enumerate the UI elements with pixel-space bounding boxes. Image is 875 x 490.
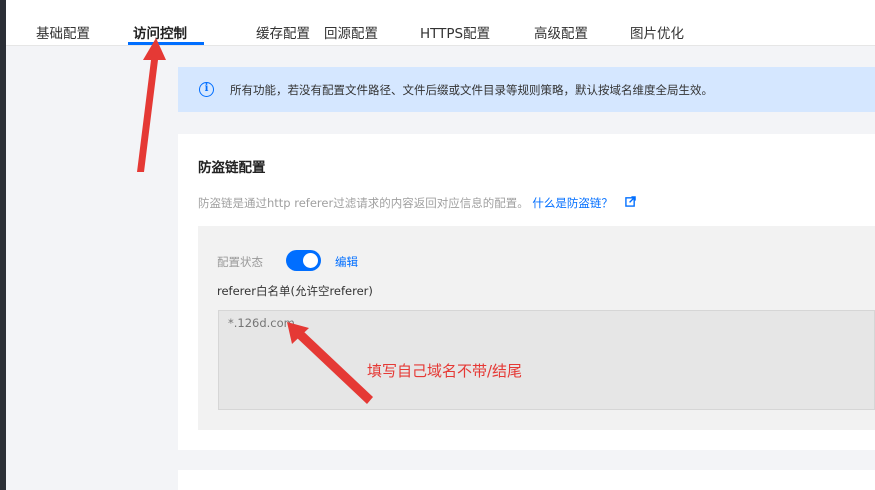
info-notice: i 所有功能，若没有配置文件路径、文件后缀或文件目录等规则策略，默认按域名维度全… (178, 67, 875, 112)
card-title: 防盗链配置 (198, 160, 266, 176)
description-text: 防盗链是通过http referer过滤请求的内容返回对应信息的配置。 (198, 196, 529, 210)
referer-whitelist-label: referer白名单(允许空referer) (217, 284, 373, 298)
referer-whitelist-input[interactable] (218, 310, 875, 410)
left-window-edge (0, 0, 6, 490)
config-status-label: 配置状态 (217, 255, 263, 269)
info-icon: i (199, 82, 214, 97)
edit-link[interactable]: 编辑 (335, 254, 358, 270)
card-description: 防盗链是通过http referer过滤请求的内容返回对应信息的配置。 什么是防… (198, 195, 613, 211)
annotation-text: 填写自己域名不带/结尾 (367, 362, 523, 380)
tab-advanced-config[interactable]: 高级配置 (534, 22, 588, 42)
toggle-knob (303, 253, 318, 268)
tab-https-config[interactable]: HTTPS配置 (420, 22, 490, 42)
hotlink-protection-card: 防盗链配置 防盗链是通过http referer过滤请求的内容返回对应信息的配置… (178, 134, 875, 450)
tab-access-control[interactable]: 访问控制 (133, 22, 187, 42)
tab-bar: 基础配置 访问控制 缓存配置 回源配置 HTTPS配置 高级配置 图片优化 (6, 0, 875, 46)
notice-text: 所有功能，若没有配置文件路径、文件后缀或文件目录等规则策略，默认按域名维度全局生… (230, 83, 713, 97)
config-status-toggle[interactable] (286, 250, 321, 271)
what-is-hotlink-link[interactable]: 什么是防盗链？ (532, 196, 613, 210)
tab-origin-config[interactable]: 回源配置 (324, 22, 378, 42)
active-tab-indicator (128, 42, 204, 45)
hotlink-settings-panel: 配置状态 编辑 referer白名单(允许空referer) (198, 226, 875, 430)
tab-basic-config[interactable]: 基础配置 (36, 22, 90, 42)
tab-cache-config[interactable]: 缓存配置 (256, 22, 310, 42)
external-link-icon[interactable] (625, 196, 636, 207)
tab-image-optimization[interactable]: 图片优化 (630, 22, 684, 42)
next-card (178, 470, 875, 490)
arrow-to-access-control-tab (137, 38, 166, 172)
